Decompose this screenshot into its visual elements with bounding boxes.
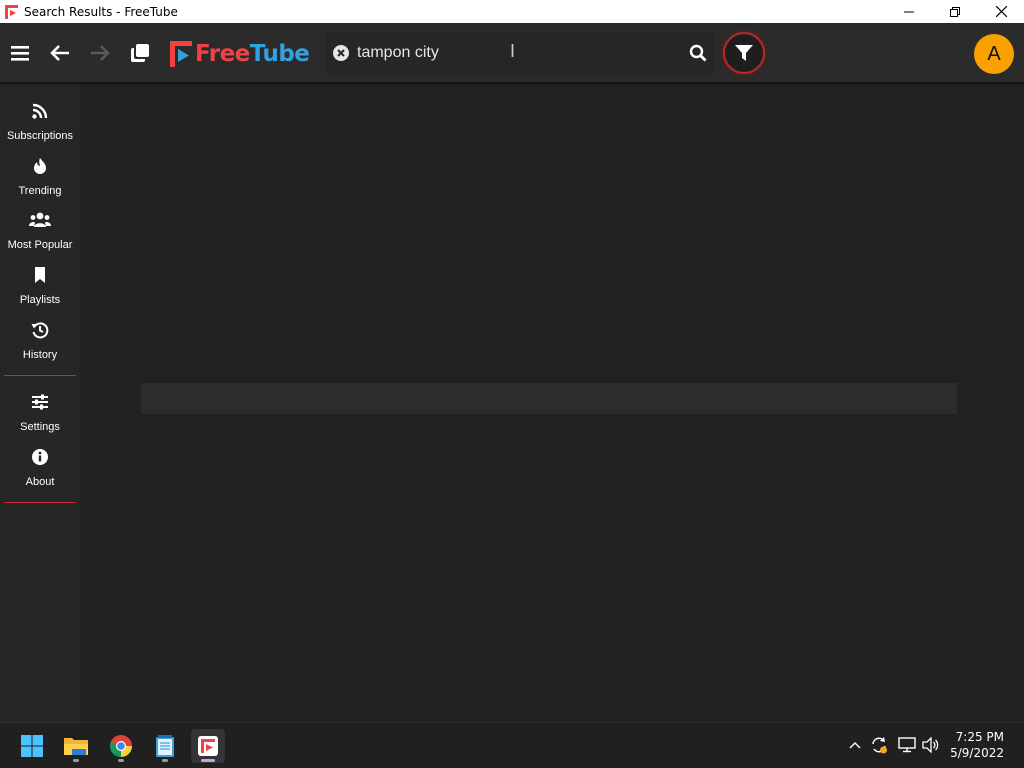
active-indicator <box>201 759 215 762</box>
search-icon[interactable] <box>689 44 707 62</box>
freetube-app-icon <box>5 4 18 19</box>
sidebar-item-label: Subscriptions <box>6 130 74 142</box>
sidebar-item-playlists[interactable]: Playlists <box>0 266 80 318</box>
notepad-icon <box>156 735 174 757</box>
clock-time: 7:25 PM <box>955 730 1004 744</box>
windows-taskbar: 7:25 PM 5/9/2022 <box>0 722 1024 768</box>
sidebar-item-label: History <box>22 349 58 361</box>
chevron-up-icon <box>849 742 861 749</box>
history-icon <box>31 322 49 339</box>
clone-icon <box>131 44 149 62</box>
freetube-logo[interactable]: Free Tube <box>169 39 310 69</box>
minimize-button[interactable] <box>886 0 932 23</box>
rss-icon <box>32 103 48 119</box>
sidebar-item-label: About <box>25 476 55 488</box>
close-window-button[interactable] <box>978 0 1024 23</box>
sidebar-item-history[interactable]: History <box>0 321 80 373</box>
bookmark-icon <box>35 267 45 283</box>
running-indicator <box>73 759 79 762</box>
sidebar-item-label: Playlists <box>19 294 61 306</box>
close-icon <box>995 6 1007 17</box>
main-content <box>80 86 1024 722</box>
profile-avatar[interactable]: A <box>974 34 1014 74</box>
clock-date: 5/9/2022 <box>950 746 1004 760</box>
sidebar-item-settings[interactable]: Settings <box>0 393 80 445</box>
running-indicator <box>162 759 168 762</box>
freetube-logo-icon <box>170 41 192 67</box>
network-icon <box>898 737 916 753</box>
folder-icon <box>64 738 88 755</box>
sync-icon <box>872 737 887 754</box>
sidebar-item-label: Settings <box>20 421 60 433</box>
taskbar-clock[interactable]: 7:25 PM 5/9/2022 <box>950 729 1004 761</box>
top-nav: FreeTube Ι A <box>0 23 1024 84</box>
running-indicator <box>118 759 124 762</box>
network-button[interactable] <box>897 735 917 755</box>
new-window-button[interactable] <box>128 41 152 65</box>
taskbar-notepad[interactable] <box>148 729 182 763</box>
sidebar-item-subscriptions[interactable]: Subscriptions <box>0 102 80 154</box>
restore-icon <box>950 6 960 17</box>
sidebar-item-label: Trending <box>18 185 62 197</box>
sidebar: Subscriptions Trending Most Popular Play… <box>0 86 80 722</box>
freetube-taskbar-icon <box>198 736 218 756</box>
windows-start-icon <box>21 735 43 757</box>
forward-button[interactable] <box>88 41 112 65</box>
arrow-left-icon <box>50 45 69 61</box>
logo-text-tube: Tube <box>249 41 310 67</box>
info-icon <box>32 449 48 465</box>
show-hidden-icons-button[interactable] <box>845 735 865 755</box>
update-status-button[interactable] <box>869 735 889 755</box>
fire-icon <box>34 158 46 174</box>
sidebar-item-label: Most Popular <box>7 239 73 251</box>
search-input[interactable] <box>357 39 677 67</box>
filter-icon <box>735 45 753 61</box>
taskbar-freetube[interactable] <box>191 729 225 763</box>
window-title: Search Results - FreeTube <box>24 4 178 19</box>
sidebar-item-about[interactable]: About <box>0 448 80 500</box>
search-container: Ι <box>325 31 715 75</box>
window-titlebar: Search Results - FreeTube <box>0 0 1024 23</box>
hamburger-icon <box>11 46 29 61</box>
sliders-icon <box>32 394 48 410</box>
logo-text-free: Free <box>195 41 250 67</box>
speaker-icon <box>922 737 939 753</box>
sidebar-item-most-popular[interactable]: Most Popular <box>0 211 80 263</box>
search-results-loading-bar <box>141 383 957 414</box>
sidebar-item-trending[interactable]: Trending <box>0 157 80 209</box>
sidebar-divider <box>4 502 76 503</box>
restore-button[interactable] <box>932 0 978 23</box>
arrow-right-icon <box>91 45 110 61</box>
start-button[interactable] <box>15 729 49 763</box>
minimize-icon <box>904 11 914 12</box>
chrome-icon <box>109 735 132 757</box>
menu-button[interactable] <box>8 41 32 65</box>
search-filters-button[interactable] <box>723 32 765 74</box>
taskbar-chrome[interactable] <box>104 729 138 763</box>
taskbar-file-explorer[interactable] <box>59 729 93 763</box>
text-cursor-icon: Ι <box>510 41 516 61</box>
back-button[interactable] <box>48 41 72 65</box>
users-icon <box>29 212 51 227</box>
sidebar-divider <box>4 375 76 376</box>
clear-search-icon[interactable] <box>333 45 349 61</box>
volume-button[interactable] <box>921 735 941 755</box>
